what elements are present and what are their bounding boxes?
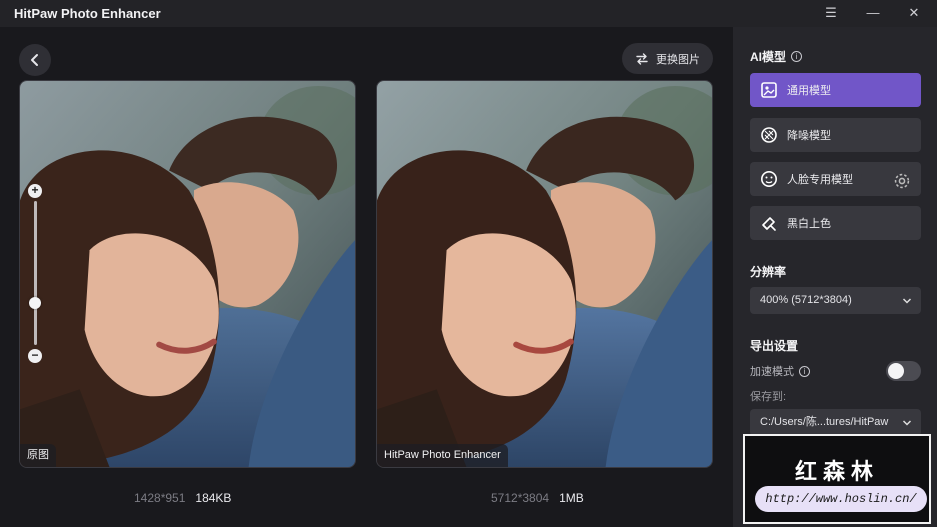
original-info: 1428*951 184KB	[134, 491, 231, 505]
image-icon	[761, 82, 777, 98]
original-filesize: 184KB	[195, 491, 232, 505]
settings-gear-icon[interactable]	[893, 172, 911, 190]
colorize-icon	[762, 217, 776, 231]
model-option-denoise[interactable]: 降噪模型	[750, 118, 921, 152]
model-option-general[interactable]: 通用模型	[750, 73, 921, 107]
original-dimensions: 1428*951	[134, 491, 186, 505]
watermark-url: http://www.hoslin.cn/	[755, 486, 927, 512]
model-label: 通用模型	[787, 85, 831, 97]
chevron-down-icon	[902, 420, 912, 426]
enhanced-filesize: 1MB	[559, 491, 584, 505]
original-photo	[20, 81, 355, 467]
app-title: HitPaw Photo Enhancer	[14, 6, 161, 21]
ai-model-title: AI模型	[750, 50, 787, 64]
swap-icon	[636, 52, 648, 65]
accelerate-label: 加速模式	[750, 366, 794, 378]
enhanced-photo	[377, 81, 712, 467]
model-option-face[interactable]: 人脸专用模型	[750, 162, 921, 196]
enhanced-photo-panel[interactable]: HitPaw Photo Enhancer	[376, 80, 713, 468]
resolution-select[interactable]: 400% (5712*3804)	[750, 287, 921, 314]
model-label: 降噪模型	[787, 130, 831, 142]
main-area: 更换图片 + − 原图 HitPaw Photo Enhancer 1428*9…	[0, 27, 733, 527]
minimize-icon[interactable]: —	[863, 3, 883, 23]
info-icon[interactable]: i	[791, 51, 803, 62]
model-label: 人脸专用模型	[787, 174, 853, 186]
zoom-slider-handle[interactable]	[29, 297, 41, 309]
title-bar: HitPaw Photo Enhancer ☰ — ✕	[0, 0, 937, 27]
model-label: 黑白上色	[787, 218, 831, 230]
chevron-left-icon	[31, 54, 38, 66]
save-path-select[interactable]: C:/Users/陈...tures/HitPaw	[750, 409, 921, 436]
enhanced-tag: HitPaw Photo Enhancer	[377, 444, 508, 467]
denoise-icon	[761, 127, 777, 143]
resolution-value: 400% (5712*3804)	[760, 294, 852, 306]
info-icon[interactable]: i	[799, 365, 810, 377]
back-button[interactable]	[19, 44, 51, 76]
zoom-out-button[interactable]: −	[28, 349, 42, 363]
enhanced-info: 5712*3804 1MB	[491, 491, 584, 505]
menu-icon[interactable]: ☰	[821, 3, 841, 23]
model-option-colorize[interactable]: 黑白上色	[750, 206, 921, 240]
zoom-in-button[interactable]: +	[28, 184, 42, 198]
original-tag: 原图	[20, 444, 56, 467]
save-to-label: 保存到:	[750, 391, 787, 403]
accelerate-label-row: 加速模式 i	[750, 363, 810, 379]
enhanced-dimensions: 5712*3804	[491, 491, 550, 505]
close-icon[interactable]: ✕	[904, 3, 924, 23]
resolution-section-title: 分辨率	[750, 265, 787, 279]
accelerate-toggle[interactable]	[886, 361, 921, 381]
chevron-down-icon	[902, 298, 912, 304]
watermark-title: 红森林	[794, 460, 879, 485]
export-section-title: 导出设置	[750, 339, 799, 353]
save-path-value: C:/Users/陈...tures/HitPaw	[760, 416, 889, 428]
zoom-slider-track[interactable]	[34, 201, 37, 345]
toggle-knob	[888, 363, 904, 379]
ai-model-section-title: AI模型 i	[750, 48, 803, 65]
face-icon	[761, 171, 777, 187]
original-photo-panel[interactable]: + − 原图	[19, 80, 356, 468]
replace-image-button[interactable]: 更换图片	[622, 43, 713, 74]
replace-image-label: 更换图片	[656, 53, 700, 66]
watermark-overlay: 红森林 http://www.hoslin.cn/	[743, 434, 931, 524]
